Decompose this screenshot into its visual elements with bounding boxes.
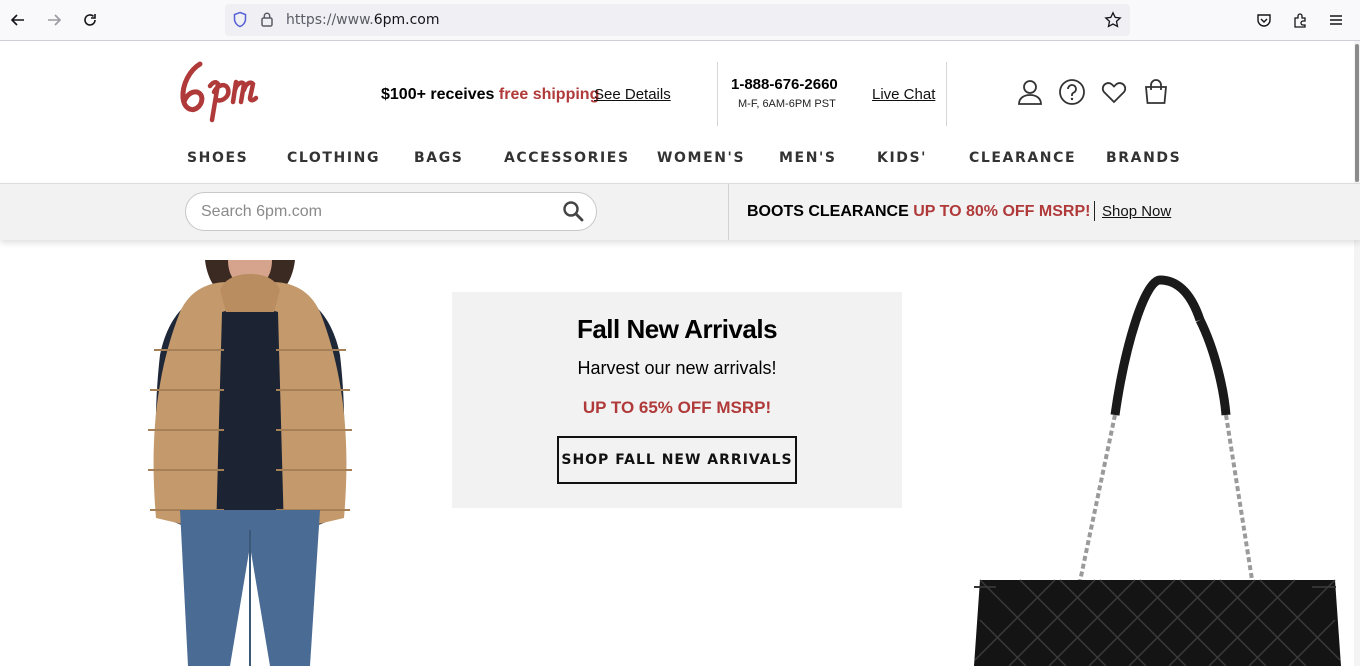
header-divider (717, 62, 718, 126)
forward-arrow-icon[interactable] (42, 8, 66, 32)
band-divider (728, 184, 729, 240)
shop-now-link[interactable]: Shop Now (1102, 203, 1171, 220)
menu-icon[interactable] (1324, 8, 1348, 32)
favorites-heart-icon[interactable] (1100, 78, 1128, 106)
support-hours: M-F, 6AM-6PM PST (738, 98, 836, 110)
live-chat-link[interactable]: Live Chat (872, 86, 935, 103)
site-logo[interactable]: 6pm (178, 58, 278, 128)
help-icon[interactable] (1058, 78, 1086, 106)
quilted-handbag-image[interactable] (960, 275, 1350, 666)
puffer-vest-model-image[interactable] (120, 260, 380, 666)
account-icon[interactable] (1016, 78, 1044, 106)
shipping-promo: $100+ receives free shipping (381, 86, 600, 103)
reload-icon[interactable] (78, 8, 102, 32)
scrollbar-thumb[interactable] (1355, 44, 1359, 182)
nav-shoes[interactable]: SHOES (187, 150, 248, 166)
back-arrow-icon[interactable] (6, 8, 30, 32)
nav-mens[interactable]: MEN'S (779, 150, 837, 166)
nav-brands[interactable]: BRANDS (1106, 150, 1181, 166)
lock-icon[interactable] (260, 11, 274, 28)
shield-icon[interactable] (232, 11, 248, 28)
nav-accessories[interactable]: ACCESSORIES (504, 150, 630, 166)
search-box[interactable] (185, 192, 597, 231)
nav-clearance[interactable]: CLEARANCE (969, 150, 1076, 166)
extensions-icon[interactable] (1288, 8, 1312, 32)
browser-toolbar: https://www.6pm.com (0, 0, 1360, 41)
nav-bags[interactable]: BAGS (414, 150, 463, 166)
see-details-link[interactable]: See Details (594, 86, 671, 103)
address-bar[interactable]: https://www.6pm.com (225, 4, 1130, 36)
promo-title: Fall New Arrivals (576, 314, 778, 344)
url-text[interactable]: https://www.6pm.com (286, 12, 440, 28)
fall-arrivals-promo: Fall New Arrivals Harvest our new arriva… (452, 292, 902, 508)
promo-discount: UP TO 65% OFF MSRP! (582, 398, 772, 417)
pocket-icon[interactable] (1252, 8, 1276, 32)
promo-subtitle: Harvest our new arrivals! (577, 358, 777, 378)
phone-number[interactable]: 1-888-676-2660 (731, 76, 838, 93)
shopping-bag-icon[interactable] (1142, 78, 1170, 106)
nav-womens[interactable]: WOMEN'S (657, 150, 745, 166)
boots-clearance-promo: BOOTS CLEARANCE UP TO 80% OFF MSRP! (747, 203, 1091, 220)
nav-kids[interactable]: KIDS' (877, 150, 927, 166)
promo-separator (1094, 201, 1095, 221)
search-icon[interactable] (562, 200, 584, 222)
nav-clothing[interactable]: CLOTHING (287, 150, 380, 166)
search-input[interactable] (201, 201, 541, 223)
shop-fall-arrivals-button[interactable]: SHOP FALL NEW ARRIVALS (557, 436, 797, 484)
bookmark-star-icon[interactable] (1104, 11, 1122, 29)
header-divider (946, 62, 947, 126)
